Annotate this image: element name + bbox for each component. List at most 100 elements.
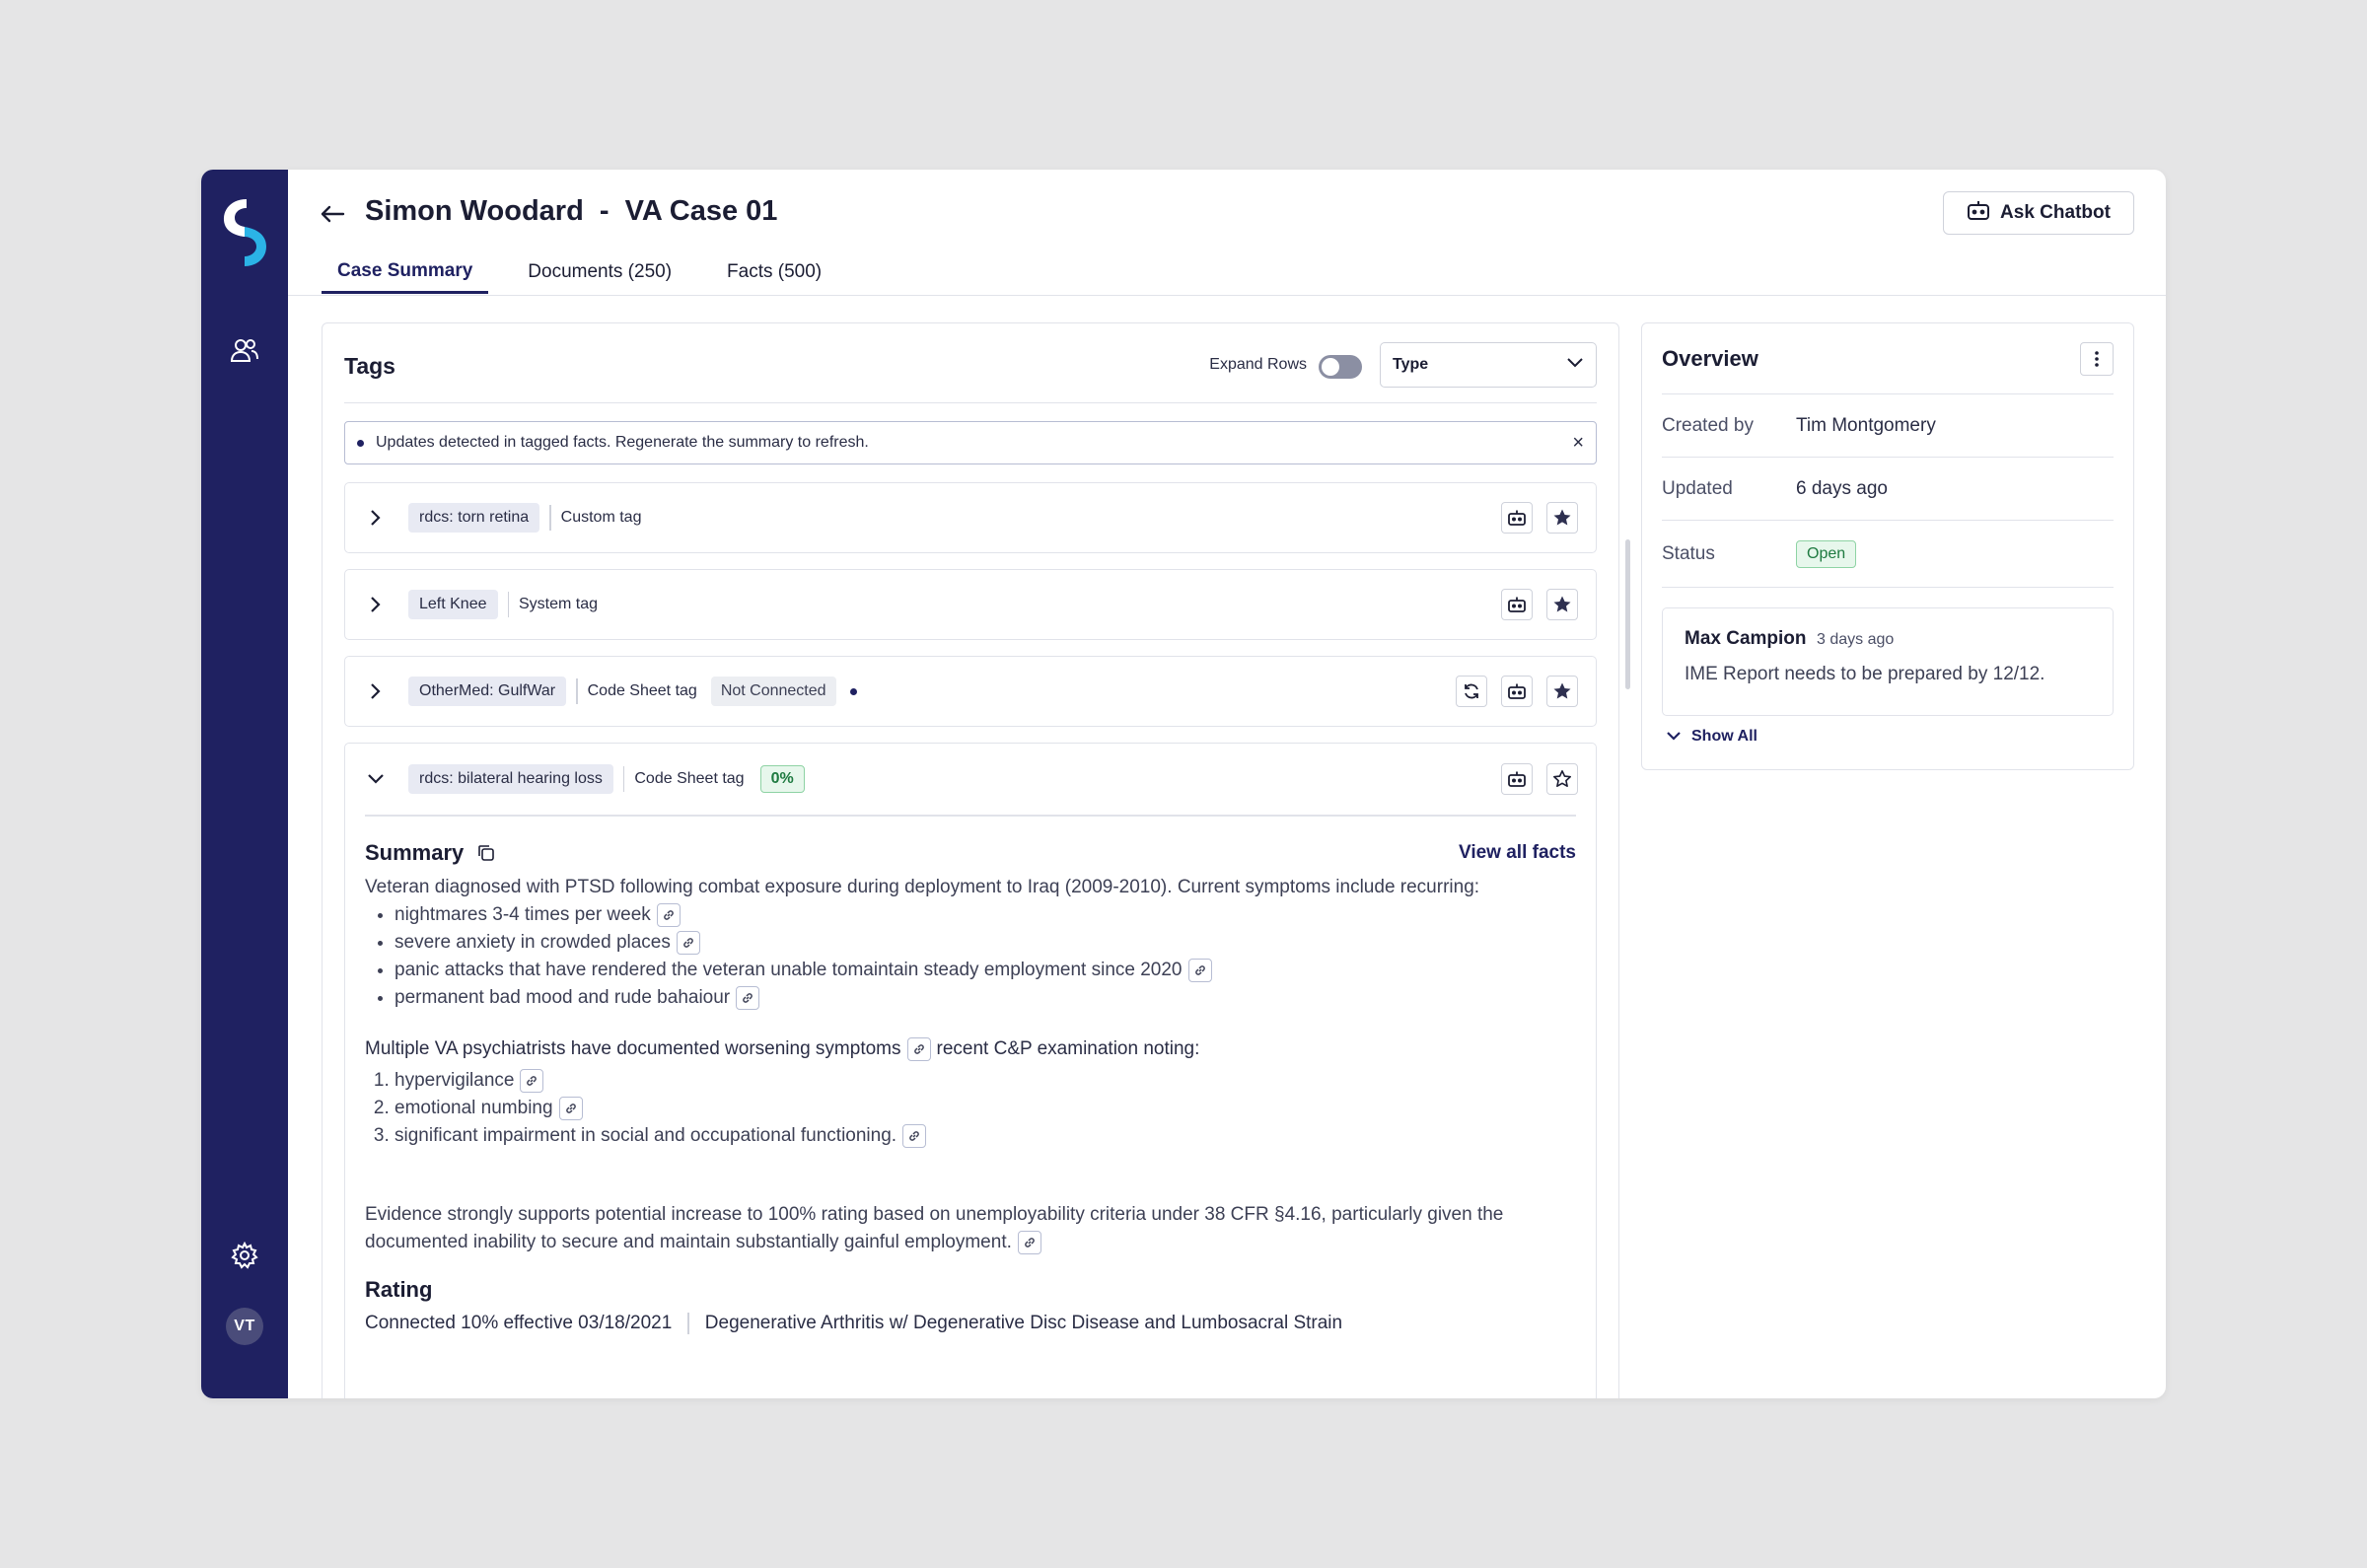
- separator: [507, 592, 509, 617]
- star-filled-icon[interactable]: [1546, 589, 1578, 620]
- separator: [549, 505, 551, 531]
- note-time: 3 days ago: [1816, 631, 1895, 648]
- page-header: Simon Woodard - VA Case 01 Ask Chatbot C…: [288, 170, 2166, 296]
- row-actions: [1456, 676, 1578, 707]
- robot-icon: [1967, 199, 1990, 227]
- close-icon[interactable]: ×: [1572, 432, 1584, 455]
- alert-dot-icon: [357, 439, 364, 447]
- alert-text: Updates detected in tagged facts. Regene…: [376, 434, 869, 451]
- user-avatar[interactable]: VT: [226, 1308, 263, 1345]
- tab-bar: Case Summary Documents (250) Facts (500): [322, 250, 861, 296]
- more-options-icon[interactable]: [2080, 341, 2114, 376]
- row-actions: [1501, 502, 1578, 534]
- tags-panel: Tags Expand Rows Type Updates detected i…: [322, 322, 1619, 1398]
- page-title: Simon Woodard - VA Case 01: [365, 195, 778, 227]
- chevron-right-icon[interactable]: [365, 507, 387, 529]
- tag-kind: Custom tag: [560, 509, 642, 526]
- rating-line: Connected 10% effective 03/18/2021 Degen…: [365, 1310, 1576, 1337]
- created-by-value: Tim Montgomery: [1796, 414, 1936, 436]
- copy-icon[interactable]: [475, 842, 497, 864]
- tag-row[interactable]: OtherMed: GulfWar Code Sheet tag Not Con…: [344, 656, 1597, 727]
- ask-chatbot-button[interactable]: Ask Chatbot: [1943, 191, 2134, 235]
- star-filled-icon[interactable]: [1546, 676, 1578, 707]
- link-icon[interactable]: [1187, 958, 1212, 982]
- type-select[interactable]: Type: [1380, 342, 1597, 388]
- star-filled-icon[interactable]: [1546, 502, 1578, 534]
- tag-row[interactable]: rdcs: torn retina Custom tag: [344, 482, 1597, 553]
- chevron-right-icon[interactable]: [365, 680, 387, 702]
- link-icon[interactable]: [558, 1096, 583, 1120]
- sidebar: VT: [201, 170, 288, 1398]
- rating-description: Degenerative Arthritis w/ Degenerative D…: [704, 1313, 1343, 1333]
- star-outline-icon[interactable]: [1546, 763, 1578, 795]
- type-select-value: Type: [1393, 356, 1429, 373]
- tags-header: Tags Expand Rows Type: [344, 323, 1597, 403]
- update-alert: Updates detected in tagged facts. Regene…: [344, 421, 1597, 464]
- created-by-label: Created by: [1662, 414, 1754, 436]
- summary-section: Summary View all facts Veteran diagnosed…: [365, 838, 1576, 1337]
- tab-documents[interactable]: Documents (250): [512, 250, 687, 294]
- show-all-button[interactable]: Show All: [1666, 728, 1757, 746]
- list-item-text: nightmares 3-4 times per week: [394, 904, 651, 925]
- list-item: permanent bad mood and rude bahaiour: [394, 984, 1576, 1012]
- chevron-down-icon[interactable]: [365, 768, 387, 790]
- link-icon[interactable]: [676, 930, 700, 955]
- separator: [622, 766, 625, 792]
- evidence-text: Evidence strongly supports potential inc…: [365, 1204, 1504, 1252]
- summary-header: Summary View all facts: [365, 838, 1576, 868]
- list-item-text: hypervigilance: [394, 1070, 515, 1091]
- tag-chip: OtherMed: GulfWar: [408, 677, 567, 706]
- updated-row: Updated 6 days ago: [1662, 458, 2114, 521]
- robot-icon[interactable]: [1501, 589, 1533, 620]
- separator: [687, 1313, 689, 1334]
- chevron-down-icon: [1566, 356, 1584, 374]
- robot-icon[interactable]: [1501, 763, 1533, 795]
- list-item: emotional numbing: [394, 1095, 1576, 1122]
- overview-title: Overview: [1662, 345, 1758, 371]
- note-author: Max Campion: [1685, 628, 1807, 649]
- updated-value: 6 days ago: [1796, 477, 1888, 499]
- back-arrow-icon[interactable]: [318, 199, 347, 229]
- tag-row-header[interactable]: rdcs: bilateral hearing loss Code Sheet …: [345, 744, 1596, 815]
- psych-line-b: recent C&P examination noting:: [936, 1038, 1200, 1059]
- status-label: Status: [1662, 542, 1715, 564]
- created-by-row: Created by Tim Montgomery: [1662, 394, 2114, 458]
- tab-facts[interactable]: Facts (500): [711, 250, 837, 294]
- users-icon[interactable]: [228, 333, 261, 367]
- expand-rows-toggle[interactable]: [1319, 355, 1362, 379]
- robot-icon[interactable]: [1501, 676, 1533, 707]
- overview-panel: Overview Created by Tim Montgomery Updat…: [1641, 322, 2134, 770]
- link-icon[interactable]: [902, 1123, 927, 1148]
- tag-row[interactable]: Left Knee System tag: [344, 569, 1597, 640]
- list-item-text: panic attacks that have rendered the vet…: [394, 960, 1183, 980]
- list-item-text: emotional numbing: [394, 1098, 553, 1118]
- psych-line-a: Multiple VA psychiatrists have documente…: [365, 1038, 901, 1059]
- tag-chip: rdcs: bilateral hearing loss: [408, 764, 613, 794]
- divider: [365, 815, 1576, 817]
- chevron-right-icon[interactable]: [365, 594, 387, 615]
- rating-status: Connected 10% effective 03/18/2021: [365, 1313, 673, 1333]
- separator: [576, 678, 578, 704]
- unread-dot-icon: [849, 687, 857, 695]
- scrollbar[interactable]: [1625, 539, 1630, 689]
- refresh-icon[interactable]: [1456, 676, 1487, 707]
- view-all-facts-link[interactable]: View all facts: [1459, 839, 1576, 867]
- settings-gear-icon[interactable]: [228, 1239, 261, 1272]
- app-logo[interactable]: [215, 193, 274, 272]
- tag-kind: System tag: [519, 596, 599, 612]
- updated-label: Updated: [1662, 477, 1733, 499]
- link-icon[interactable]: [520, 1068, 544, 1093]
- tags-title: Tags: [344, 353, 395, 379]
- ask-chatbot-label: Ask Chatbot: [2000, 202, 2111, 223]
- link-icon[interactable]: [906, 1036, 931, 1061]
- list-item-text: significant impairment in social and occ…: [394, 1125, 897, 1146]
- link-icon[interactable]: [736, 985, 760, 1010]
- note-card: Max Campion 3 days ago IME Report needs …: [1662, 607, 2114, 716]
- tag-kind: Code Sheet tag: [634, 770, 745, 787]
- summary-title: Summary: [365, 840, 465, 865]
- overview-header: Overview: [1662, 323, 2114, 394]
- link-icon[interactable]: [656, 902, 681, 927]
- tab-case-summary[interactable]: Case Summary: [322, 250, 489, 294]
- robot-icon[interactable]: [1501, 502, 1533, 534]
- link-icon[interactable]: [1017, 1230, 1041, 1254]
